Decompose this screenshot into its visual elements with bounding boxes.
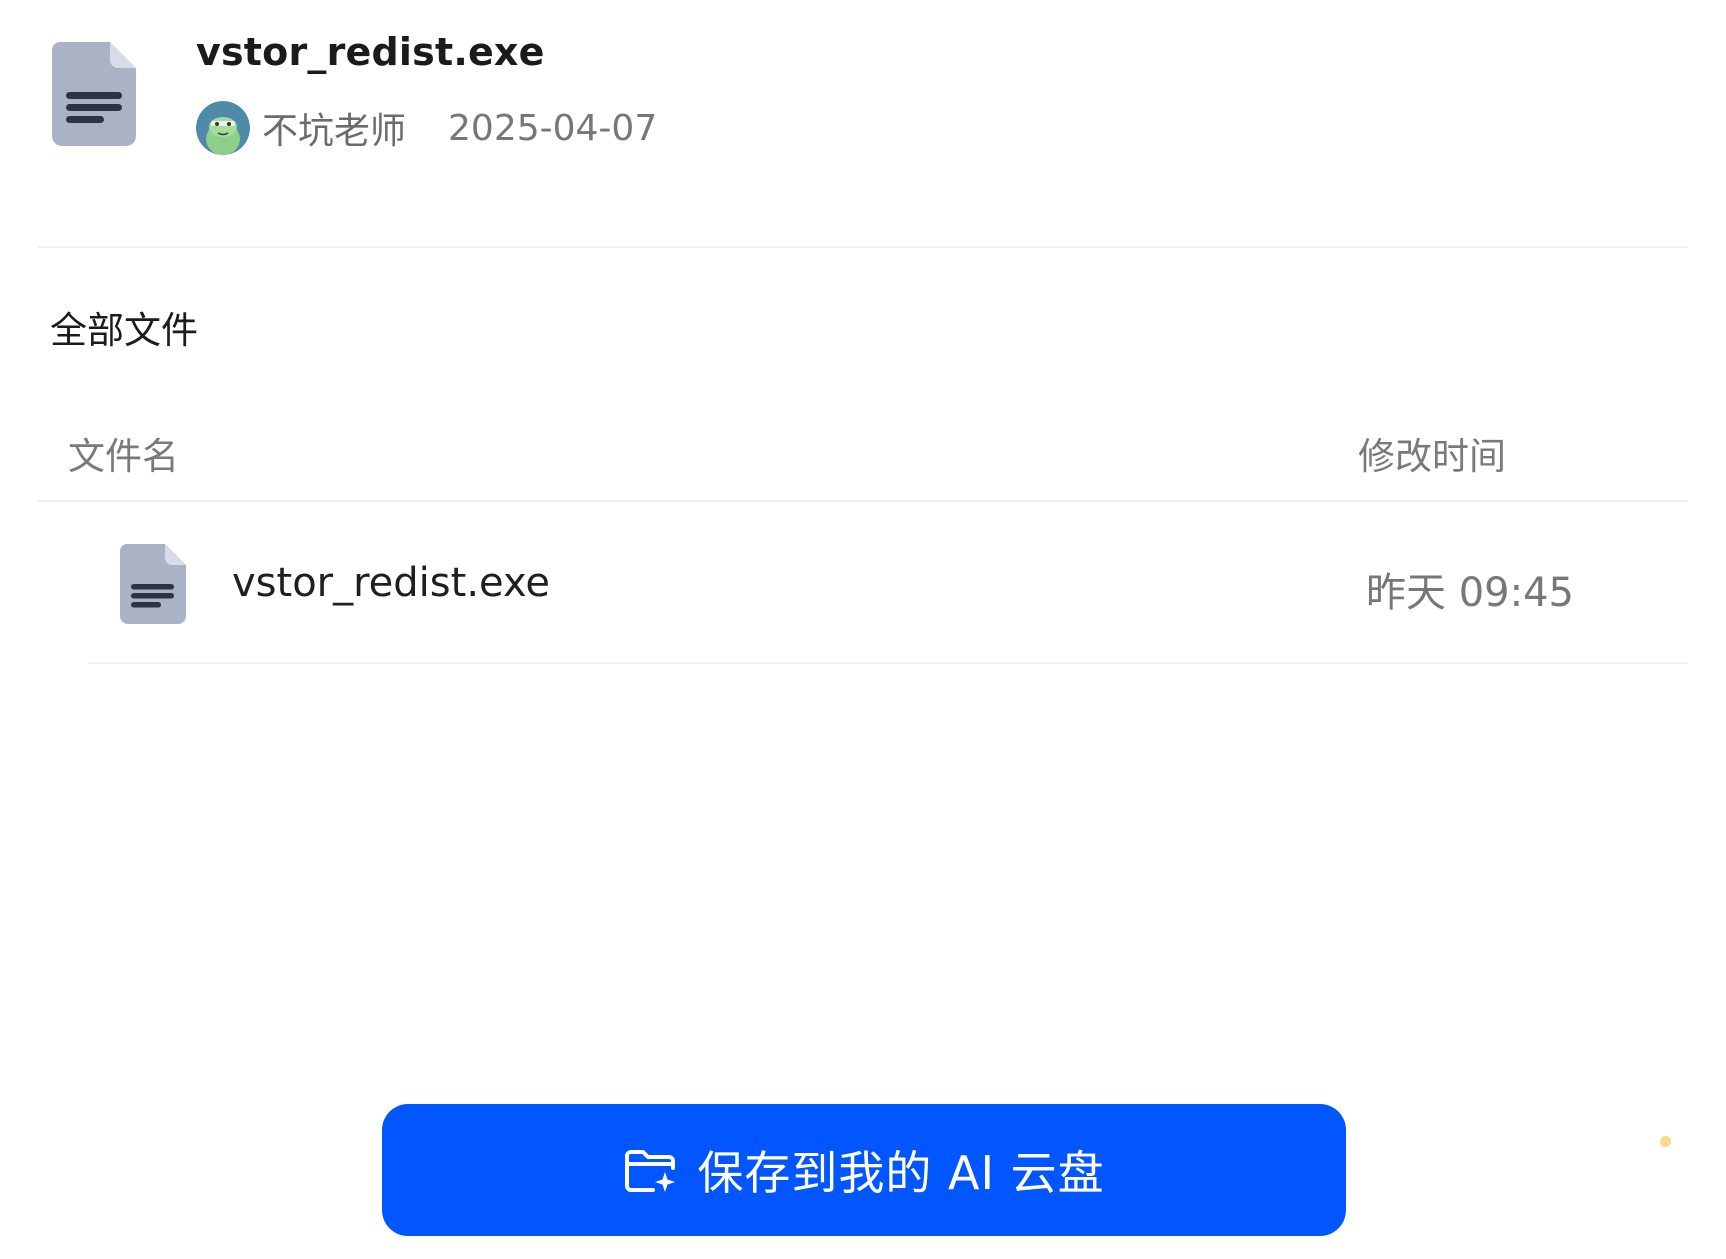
save-button-label: 保存到我的 AI 云盘: [697, 1146, 1105, 1200]
avatar[interactable]: [196, 101, 250, 155]
owner-name[interactable]: 不坑老师: [262, 102, 406, 154]
document-icon: [120, 544, 186, 624]
file-modified-time: 昨天 09:45: [1366, 570, 1574, 616]
file-title: vstor_redist.exe: [196, 30, 545, 74]
section-title[interactable]: 全部文件: [50, 300, 198, 354]
divider: [38, 246, 1688, 248]
file-name[interactable]: vstor_redist.exe: [232, 560, 550, 606]
share-meta: 不坑老师 2025-04-07: [196, 100, 657, 156]
share-page: vstor_redist.exe 不坑老师 2025-04-07 全部文件 文件…: [0, 0, 1726, 1259]
save-to-cloud-button[interactable]: 保存到我的 AI 云盘: [382, 1104, 1346, 1236]
column-header-modified: 修改时间: [1358, 435, 1506, 478]
column-header-name: 文件名: [68, 435, 179, 478]
divider: [88, 662, 1688, 664]
table-row[interactable]: vstor_redist.exe 昨天 09:45: [0, 502, 1726, 664]
folder-sparkle-icon: [625, 1150, 676, 1192]
document-icon: [52, 42, 136, 146]
share-date: 2025-04-07: [448, 107, 658, 149]
decorative-dot: [1660, 1136, 1671, 1147]
